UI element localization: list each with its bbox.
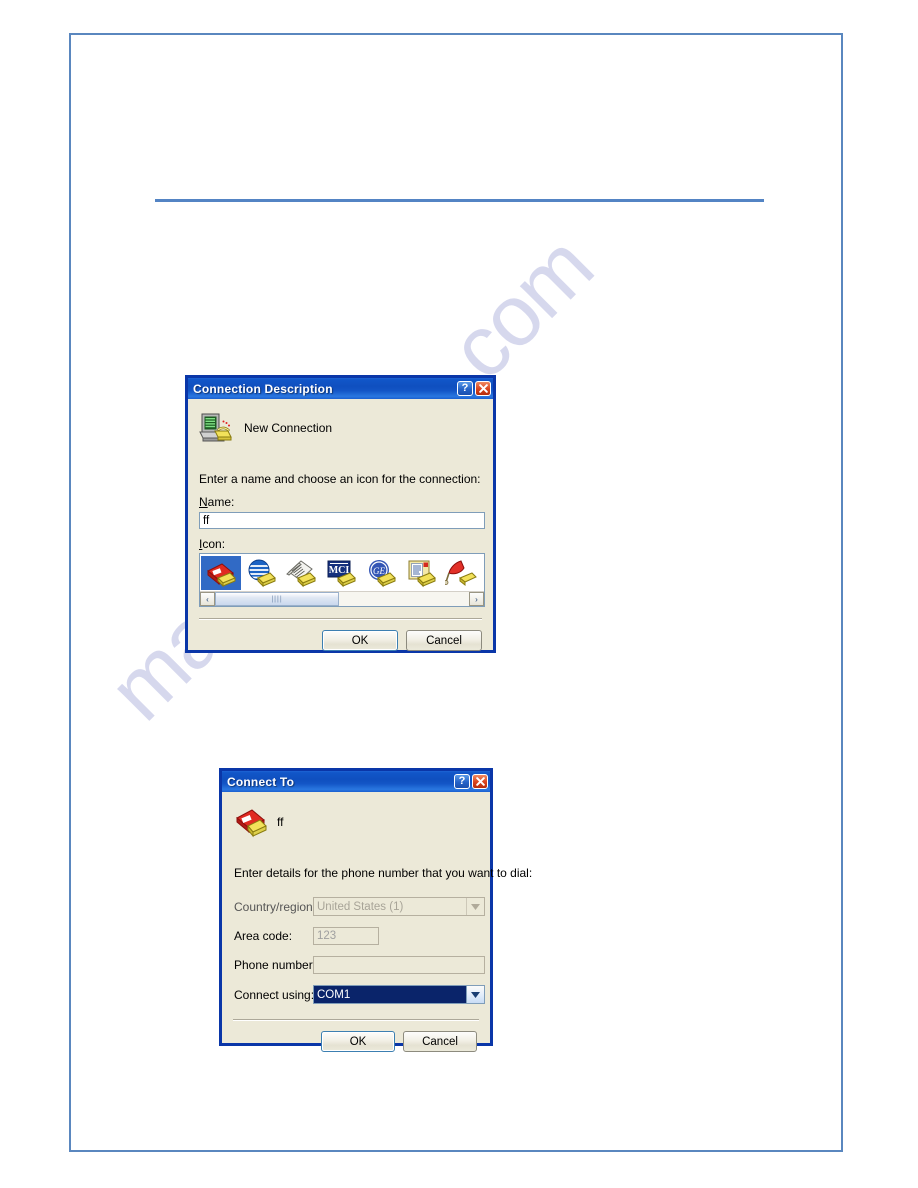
country-region-value: United States (1) (317, 900, 404, 913)
connection-name-label: ff (277, 815, 284, 829)
dialog-footer: OK Cancel (222, 1031, 477, 1052)
connect-to-dialog: Connect To ? ff Enter details for the ph… (219, 768, 532, 1052)
icon-option-red-kite[interactable] (441, 556, 481, 590)
help-icon[interactable]: ? (454, 774, 470, 789)
scroll-track[interactable]: |||| (215, 592, 469, 606)
cancel-button[interactable]: Cancel (403, 1031, 477, 1052)
icon-gallery[interactable]: MCI GE ‹ |||| › (199, 553, 485, 607)
chevron-down-icon[interactable] (466, 898, 484, 915)
country-region-combo[interactable]: United States (1) (313, 897, 485, 916)
close-icon[interactable] (472, 774, 488, 789)
icon-option-att-globe[interactable] (241, 556, 281, 590)
icon-option-red-telephone[interactable] (201, 556, 241, 590)
icon-field-group: Icon: MCI GE ‹ |||| › (199, 537, 493, 607)
titlebar-buttons: ? (454, 774, 488, 789)
help-icon[interactable]: ? (457, 381, 473, 396)
titlebar: Connection Description ? (188, 378, 493, 399)
cancel-button[interactable]: Cancel (406, 630, 482, 651)
icon-label: Icon: (199, 537, 226, 551)
phone-number-label: Phone number: (234, 958, 317, 972)
icon-option-document-page[interactable] (401, 556, 441, 590)
close-icon[interactable] (475, 381, 491, 396)
area-code-input[interactable]: 123 (313, 927, 379, 945)
icon-strip: MCI GE (200, 554, 484, 591)
connect-using-combo[interactable]: COM1 (313, 985, 485, 1004)
icon-gallery-scrollbar[interactable]: ‹ |||| › (200, 591, 484, 606)
icon-option-newspaper[interactable] (281, 556, 321, 590)
instruction-text: Enter details for the phone number that … (234, 866, 533, 880)
fields-container: Country/region: United States (1) Area c… (222, 897, 490, 1004)
name-label-text: ame: (207, 495, 235, 509)
titlebar: Connect To ? (222, 771, 490, 792)
icon-option-mci-logo[interactable]: MCI (321, 556, 361, 590)
dialog-title: Connection Description (193, 381, 333, 396)
connect-using-label: Connect using: (234, 987, 315, 1002)
field-row-area-code: Area code: 123 (234, 927, 490, 945)
new-connection-label: New Connection (244, 421, 333, 435)
red-telephone-icon (234, 806, 270, 838)
name-label: Name: (199, 495, 235, 509)
scroll-left-icon[interactable]: ‹ (200, 592, 215, 606)
dialog-footer: OK Cancel (188, 630, 482, 651)
footer-separator (199, 618, 482, 620)
area-code-label: Area code: (234, 929, 293, 943)
dialog-body: ff Enter details for the phone number th… (222, 792, 533, 1052)
phone-number-input[interactable] (313, 956, 485, 974)
connection-description-dialog: Connection Description ? New Connection … (185, 375, 496, 653)
name-input-value: ff (203, 514, 210, 527)
ok-button[interactable]: OK (321, 1031, 395, 1052)
country-region-label: Country/region: (234, 899, 317, 914)
computer-modem-phone-icon (199, 411, 235, 445)
svg-text:GE: GE (373, 566, 385, 576)
connect-using-value: COM1 (314, 986, 466, 1003)
heading-rule (155, 199, 764, 202)
ok-button[interactable]: OK (322, 630, 398, 651)
name-input[interactable]: ff (199, 512, 485, 529)
dialog-header: ff (222, 792, 490, 838)
area-code-value: 123 (317, 930, 337, 942)
chevron-down-icon[interactable] (466, 986, 484, 1003)
scroll-right-icon[interactable]: › (469, 592, 484, 606)
scroll-thumb[interactable]: |||| (215, 592, 339, 606)
dialog-title: Connect To (227, 774, 295, 789)
icon-option-ge-logo[interactable]: GE (361, 556, 401, 590)
icon-label-text: con: (202, 537, 226, 551)
scroll-thumb-grip: |||| (271, 595, 283, 603)
dialog-body: New Connection Enter a name and choose a… (188, 399, 493, 651)
field-row-phone-number: Phone number: (234, 956, 490, 974)
dialog-header: New Connection (188, 399, 493, 445)
titlebar-buttons: ? (457, 381, 491, 396)
field-row-connect-using: Connect using: COM1 (234, 985, 490, 1004)
name-field-group: Name: ff (199, 495, 493, 529)
field-row-country-region: Country/region: United States (1) (234, 897, 490, 916)
footer-separator (233, 1019, 479, 1021)
instruction-text: Enter a name and choose an icon for the … (199, 472, 481, 486)
